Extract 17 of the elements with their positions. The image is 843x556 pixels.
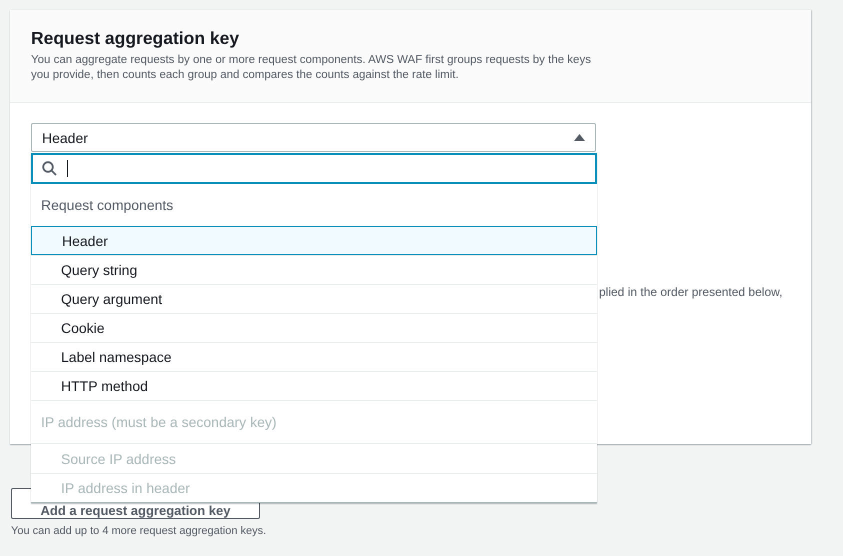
dropdown-option[interactable]: Cookie (31, 313, 597, 342)
add-key-hint: You can add up to 4 more request aggregation keys. (11, 525, 268, 537)
dropdown-option[interactable]: HTTP method (31, 371, 597, 400)
caret-icon (574, 134, 585, 141)
group-label: IP address (must be a secondary key) (31, 400, 597, 444)
section-description: You can aggregate requests by one or more request components. AWS WAF first groups requests by the keys you provide, then counts each group and compares the counts against the rate limit. (31, 53, 592, 83)
dropdown-option[interactable]: Header (31, 226, 597, 255)
dropdown-option[interactable]: Query argument (31, 284, 597, 313)
section-title: Request aggregation key (31, 28, 240, 49)
dropdown-option[interactable]: Label namespace (31, 342, 597, 371)
search-icon (42, 161, 57, 176)
search-field[interactable] (31, 153, 597, 184)
text-cursor (67, 160, 68, 177)
dropdown-option[interactable]: Query string (31, 255, 597, 284)
key-select[interactable]: Header (31, 123, 596, 152)
group-label: Request components (40, 196, 174, 215)
partial-text: plied in the order presented below, (599, 285, 782, 299)
